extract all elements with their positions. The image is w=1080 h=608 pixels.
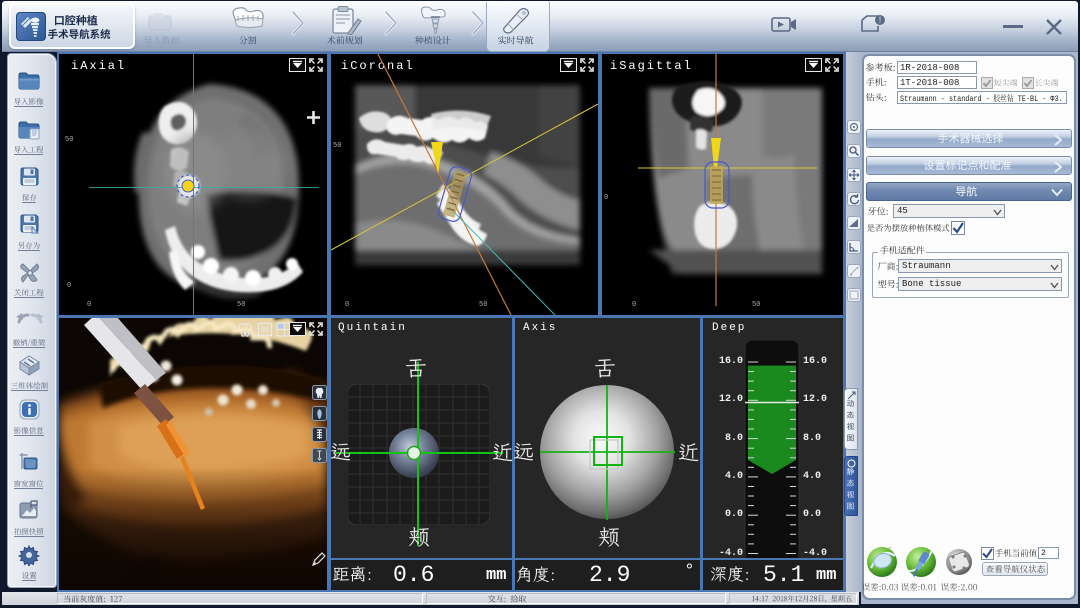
svg-text:!: !	[879, 15, 882, 25]
